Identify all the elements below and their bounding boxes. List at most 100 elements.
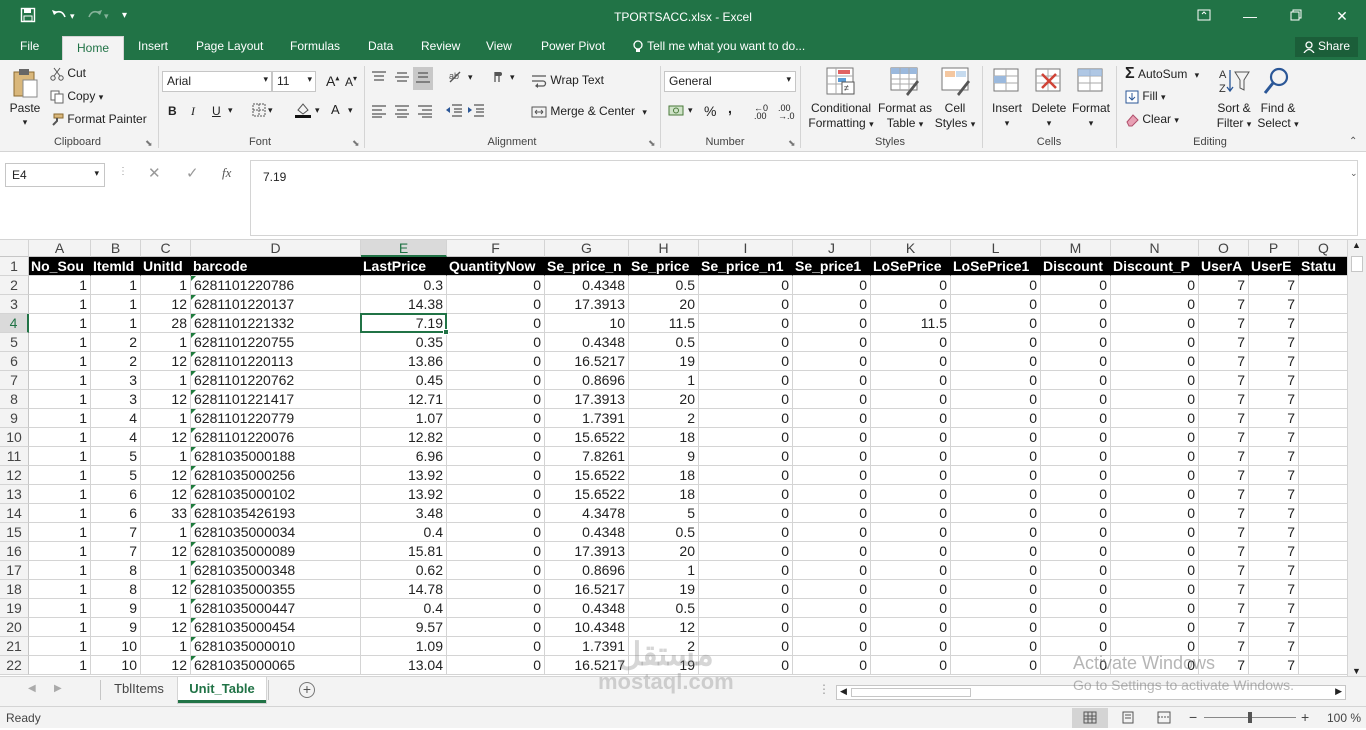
data-cell[interactable]: 10.4348 bbox=[545, 618, 629, 637]
data-cell[interactable]: 1 bbox=[29, 295, 91, 314]
data-cell[interactable]: 7 bbox=[1249, 485, 1299, 504]
barcode-cell[interactable]: 6281035000034 bbox=[191, 523, 361, 542]
data-cell[interactable]: 0 bbox=[793, 371, 871, 390]
data-cell[interactable]: 0.4348 bbox=[545, 333, 629, 352]
data-cell[interactable]: 17.3913 bbox=[545, 542, 629, 561]
data-cell[interactable]: 15.6522 bbox=[545, 428, 629, 447]
barcode-cell[interactable]: 6281035000355 bbox=[191, 580, 361, 599]
data-cell[interactable]: 0 bbox=[951, 447, 1041, 466]
data-cell[interactable]: 0 bbox=[1041, 466, 1111, 485]
barcode-cell[interactable]: 6281101220137 bbox=[191, 295, 361, 314]
header-cell[interactable]: Se_price bbox=[629, 257, 699, 276]
data-cell[interactable]: 12 bbox=[141, 295, 191, 314]
cancel-icon[interactable]: ✕ bbox=[148, 164, 161, 182]
currency-dropdown-icon[interactable]: ▾ bbox=[688, 105, 693, 116]
data-cell[interactable]: 1 bbox=[29, 542, 91, 561]
data-cell[interactable] bbox=[1299, 599, 1347, 618]
data-cell[interactable]: 0 bbox=[1041, 618, 1111, 637]
data-cell[interactable]: 1 bbox=[141, 409, 191, 428]
data-cell[interactable]: 0 bbox=[951, 333, 1041, 352]
data-cell[interactable]: 0 bbox=[699, 580, 793, 599]
data-cell[interactable]: 2 bbox=[91, 352, 141, 371]
data-cell[interactable]: 7 bbox=[1199, 485, 1249, 504]
data-cell[interactable]: 0.5 bbox=[629, 276, 699, 295]
data-cell[interactable] bbox=[1299, 333, 1347, 352]
row-header[interactable]: 21 bbox=[0, 637, 29, 656]
data-cell[interactable]: 2 bbox=[91, 333, 141, 352]
data-cell[interactable]: 1 bbox=[29, 447, 91, 466]
data-cell[interactable]: 1 bbox=[141, 447, 191, 466]
data-cell[interactable]: 0 bbox=[699, 371, 793, 390]
data-cell[interactable]: 0.3 bbox=[361, 276, 447, 295]
align-middle-icon[interactable] bbox=[394, 70, 410, 87]
clear-button[interactable]: Clear ▾ bbox=[1125, 112, 1179, 127]
data-cell[interactable]: 0 bbox=[1041, 599, 1111, 618]
data-cell[interactable]: 0 bbox=[793, 599, 871, 618]
data-cell[interactable]: 7 bbox=[1199, 409, 1249, 428]
tab-power-pivot[interactable]: Power Pivot bbox=[541, 39, 605, 53]
share-button[interactable]: Share bbox=[1294, 37, 1358, 57]
data-cell[interactable]: 0 bbox=[951, 656, 1041, 675]
normal-view-button[interactable] bbox=[1072, 708, 1108, 728]
header-cell[interactable]: LastPrice bbox=[361, 257, 447, 276]
data-cell[interactable]: 1 bbox=[29, 390, 91, 409]
data-cell[interactable]: 0 bbox=[699, 333, 793, 352]
data-cell[interactable]: 0 bbox=[951, 618, 1041, 637]
data-cell[interactable]: 18 bbox=[629, 466, 699, 485]
data-cell[interactable]: 0 bbox=[447, 276, 545, 295]
zoom-in-icon[interactable]: + bbox=[1301, 709, 1309, 725]
format-cells-button[interactable] bbox=[1076, 66, 1106, 99]
data-cell[interactable]: 0 bbox=[871, 409, 951, 428]
percent-icon[interactable]: % bbox=[704, 103, 716, 119]
data-cell[interactable]: 0 bbox=[793, 485, 871, 504]
data-cell[interactable] bbox=[1299, 352, 1347, 371]
data-cell[interactable]: 0 bbox=[793, 333, 871, 352]
paste-button[interactable] bbox=[10, 66, 42, 103]
column-header-i[interactable]: I bbox=[699, 240, 793, 257]
data-cell[interactable]: 0 bbox=[793, 580, 871, 599]
align-right-icon[interactable] bbox=[417, 104, 433, 121]
data-cell[interactable]: 5 bbox=[629, 504, 699, 523]
data-cell[interactable]: 0 bbox=[699, 409, 793, 428]
data-cell[interactable]: 9 bbox=[629, 447, 699, 466]
data-cell[interactable]: 1 bbox=[29, 485, 91, 504]
data-cell[interactable]: 0 bbox=[871, 295, 951, 314]
data-cell[interactable]: 7 bbox=[1249, 428, 1299, 447]
header-cell[interactable]: Se_price1 bbox=[793, 257, 871, 276]
currency-icon[interactable] bbox=[668, 103, 686, 122]
data-cell[interactable]: 0 bbox=[951, 314, 1041, 333]
scroll-right-icon[interactable]: ▶ bbox=[1335, 686, 1342, 697]
row-header[interactable]: 12 bbox=[0, 466, 29, 485]
font-color-dropdown-icon[interactable]: ▾ bbox=[348, 105, 353, 116]
data-cell[interactable]: 6 bbox=[91, 485, 141, 504]
data-cell[interactable]: 7 bbox=[1199, 333, 1249, 352]
data-cell[interactable]: 0 bbox=[1111, 352, 1199, 371]
data-cell[interactable]: 0 bbox=[447, 561, 545, 580]
data-cell[interactable] bbox=[1299, 504, 1347, 523]
header-cell[interactable]: Se_price_n bbox=[545, 257, 629, 276]
data-cell[interactable] bbox=[1299, 542, 1347, 561]
data-cell[interactable]: 7 bbox=[1199, 314, 1249, 333]
data-cell[interactable]: 28 bbox=[141, 314, 191, 333]
data-cell[interactable]: 0 bbox=[951, 409, 1041, 428]
data-cell[interactable]: 0 bbox=[447, 618, 545, 637]
tell-me-box[interactable]: Tell me what you want to do... bbox=[632, 39, 805, 54]
data-cell[interactable]: 1 bbox=[141, 523, 191, 542]
data-cell[interactable]: 0 bbox=[1111, 447, 1199, 466]
data-cell[interactable]: 0 bbox=[1111, 428, 1199, 447]
data-cell[interactable]: 10 bbox=[91, 637, 141, 656]
data-cell[interactable]: 3 bbox=[91, 371, 141, 390]
data-cell[interactable]: 9 bbox=[91, 599, 141, 618]
row-header[interactable]: 9 bbox=[0, 409, 29, 428]
data-cell[interactable]: 0 bbox=[793, 637, 871, 656]
data-cell[interactable]: 5 bbox=[91, 447, 141, 466]
data-cell[interactable]: 7 bbox=[1199, 447, 1249, 466]
data-cell[interactable]: 0 bbox=[951, 580, 1041, 599]
data-cell[interactable]: 6.96 bbox=[361, 447, 447, 466]
data-cell[interactable]: 0 bbox=[447, 466, 545, 485]
data-cell[interactable]: 1.7391 bbox=[545, 409, 629, 428]
tab-view[interactable]: View bbox=[486, 39, 512, 53]
data-cell[interactable]: 7 bbox=[1249, 466, 1299, 485]
data-cell[interactable]: 0.4348 bbox=[545, 599, 629, 618]
data-cell[interactable]: 8 bbox=[91, 561, 141, 580]
